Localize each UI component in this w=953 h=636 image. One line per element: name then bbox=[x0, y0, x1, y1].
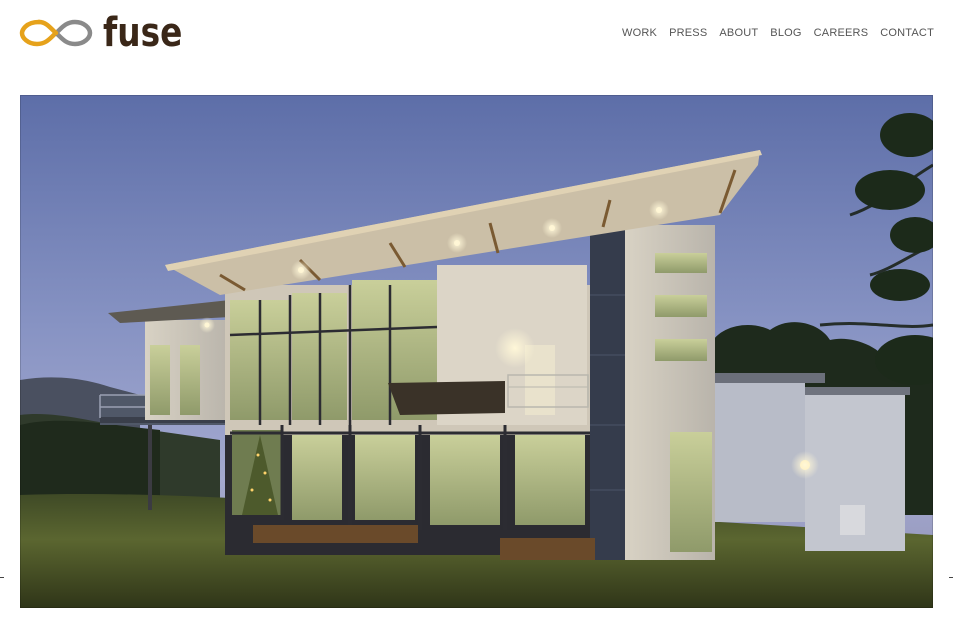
nav-press[interactable]: PRESS bbox=[669, 27, 707, 39]
site-logo[interactable]: fuse bbox=[19, 10, 200, 56]
modern-house-photo bbox=[20, 95, 933, 608]
hero-image[interactable] bbox=[20, 95, 933, 608]
nav-about[interactable]: ABOUT bbox=[719, 27, 758, 39]
infinity-loop-icon bbox=[19, 19, 93, 47]
right-edge-tick bbox=[949, 577, 953, 578]
left-edge-tick bbox=[0, 577, 4, 578]
nav-contact[interactable]: CONTACT bbox=[880, 27, 934, 39]
nav-work[interactable]: WORK bbox=[622, 27, 657, 39]
nav-careers[interactable]: CAREERS bbox=[814, 27, 869, 39]
brand-wordmark: fuse bbox=[103, 10, 183, 56]
site-header: fuse WORK PRESS ABOUT BLOG CAREERS CONTA… bbox=[0, 0, 953, 80]
nav-blog[interactable]: BLOG bbox=[770, 27, 801, 39]
main-nav: WORK PRESS ABOUT BLOG CAREERS CONTACT bbox=[622, 27, 934, 39]
